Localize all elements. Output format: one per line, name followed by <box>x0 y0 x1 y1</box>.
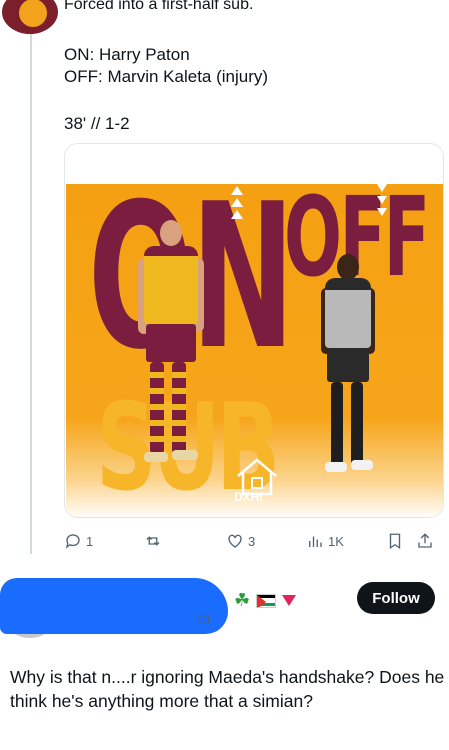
tweet-line-1: Forced into a first-half sub. <box>64 0 254 13</box>
reply-count: 1 <box>86 533 94 549</box>
share-icon <box>418 533 432 548</box>
author-avatar[interactable] <box>2 0 58 34</box>
tweet-action-bar: 1 3 1K <box>64 532 444 552</box>
down-arrow-icon <box>377 208 387 216</box>
like-count: 3 <box>248 533 256 549</box>
retweet-icon <box>146 536 160 546</box>
shamrock-icon: ☘ <box>234 590 251 610</box>
up-arrow-icon <box>231 186 243 195</box>
up-arrow-icon <box>231 198 243 207</box>
like-action[interactable]: 3 <box>226 532 255 550</box>
bookmark-action[interactable] <box>386 532 404 550</box>
tweet-line-3: OFF: Marvin Kaleta (injury) <box>64 67 269 86</box>
reply-handle-fragment: 23 <box>196 612 211 627</box>
bookmark-icon <box>389 533 401 550</box>
tweet-line-4: 38' // 1-2 <box>64 114 130 133</box>
red-triangle-icon <box>282 595 297 606</box>
up-arrow-icon <box>231 210 243 219</box>
reply-text: Why is that n....r ignoring Maeda's hand… <box>10 667 445 711</box>
tweet-media[interactable]: ON OFF SUB <box>64 143 444 518</box>
sponsor-logo-text: DXHI <box>234 490 263 504</box>
heart-icon <box>228 534 242 548</box>
player-off <box>321 254 377 504</box>
down-arrow-icon <box>377 196 387 204</box>
palestine-flag-icon <box>256 593 277 608</box>
thread-connector <box>30 34 32 554</box>
down-arrow-icon <box>377 184 387 192</box>
tweet-line-2: ON: Harry Paton <box>64 45 190 64</box>
views-count: 1K <box>328 533 344 549</box>
player-on <box>136 220 206 500</box>
reply-action[interactable]: 1 <box>64 532 93 550</box>
reply-icon <box>65 534 80 549</box>
views-action[interactable]: 1K <box>306 532 344 550</box>
display-name-emojis: ☘ <box>234 590 297 611</box>
retweet-action[interactable] <box>144 532 166 550</box>
share-action[interactable] <box>416 532 434 550</box>
redaction-scribble <box>10 612 210 634</box>
views-icon <box>309 536 322 547</box>
sub-graphic: ON OFF SUB <box>66 178 443 517</box>
follow-button[interactable]: Follow <box>357 582 435 614</box>
